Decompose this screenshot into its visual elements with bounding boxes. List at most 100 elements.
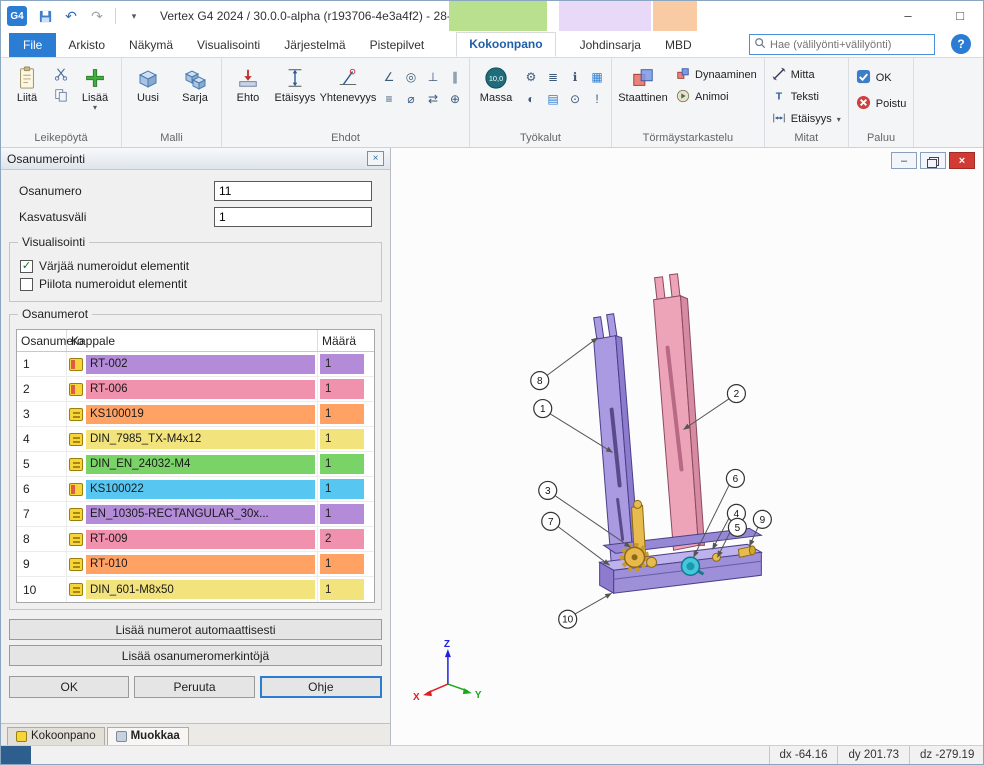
table-row[interactable]: 4 DIN_7985_TX-M4x12 1 bbox=[17, 427, 374, 452]
cut-icon[interactable] bbox=[52, 65, 70, 83]
table-header: Osanumero Kappale Määrä bbox=[17, 330, 374, 352]
auto-number-button[interactable]: Lisää numerot automaattisesti bbox=[9, 619, 382, 640]
balloon[interactable]: 10 bbox=[559, 593, 612, 628]
viewport-minimize-button[interactable]: – bbox=[891, 152, 917, 169]
increment-input[interactable] bbox=[214, 207, 372, 227]
model-viewport[interactable]: – × bbox=[391, 148, 983, 745]
table-row[interactable]: 9 RT-010 1 bbox=[17, 552, 374, 577]
new-part-button[interactable]: Uusi bbox=[126, 61, 170, 104]
cad-model[interactable] bbox=[594, 274, 762, 593]
table-row[interactable]: 2 RT-006 1 bbox=[17, 377, 374, 402]
swap-constraint-icon[interactable]: ⇄ bbox=[423, 89, 443, 109]
tab-nakyma[interactable]: Näkymä bbox=[117, 34, 185, 57]
zoom-icon[interactable]: ⊙ bbox=[565, 89, 585, 109]
concentric-constraint-icon[interactable]: ◎ bbox=[401, 67, 421, 87]
table-row[interactable]: 6 KS100022 1 bbox=[17, 477, 374, 502]
appearance-icon[interactable]: ◐ bbox=[521, 89, 541, 109]
help-dialog-button[interactable]: Ohje bbox=[260, 676, 382, 698]
ok-button[interactable]: OK bbox=[9, 676, 129, 698]
search-box[interactable] bbox=[749, 34, 935, 55]
balloon[interactable]: 7 bbox=[542, 512, 610, 565]
distance-constraint-button[interactable]: Etäisyys bbox=[273, 61, 317, 104]
cancel-button[interactable]: Peruuta bbox=[134, 676, 254, 698]
collision-boxes-icon bbox=[631, 64, 655, 92]
table-row[interactable]: 10 DIN_601-M8x50 1 bbox=[17, 577, 374, 602]
tab-mbd[interactable]: MBD bbox=[653, 34, 704, 57]
qat-dropdown-icon[interactable]: ▾ bbox=[124, 6, 144, 26]
column-header-part[interactable]: Kappale bbox=[67, 330, 318, 351]
tab-johdinsarja[interactable]: Johdinsarja bbox=[568, 34, 653, 57]
hide-checkbox[interactable] bbox=[20, 278, 33, 291]
structure-tree-icon[interactable]: ≣ bbox=[543, 67, 563, 87]
tab-jarjestelma[interactable]: Järjestelmä bbox=[272, 34, 357, 57]
window-minimize-button[interactable]: – bbox=[895, 4, 921, 26]
tab-file[interactable]: File bbox=[9, 33, 56, 57]
balloon[interactable]: 9 bbox=[749, 510, 771, 546]
paste-button[interactable]: Liitä bbox=[5, 61, 49, 104]
app-icon[interactable]: G4 bbox=[7, 6, 27, 26]
cad-canvas[interactable]: 8 1 2 3 bbox=[391, 148, 983, 746]
column-header-qty[interactable]: Määrä bbox=[318, 330, 374, 351]
viewport-close-button[interactable]: × bbox=[949, 152, 975, 169]
undo-icon[interactable]: ↶ bbox=[61, 6, 81, 26]
redo-icon[interactable]: ↷ bbox=[87, 6, 107, 26]
tab-kokoonpano-bottom[interactable]: Kokoonpano bbox=[7, 727, 105, 745]
save-icon[interactable] bbox=[35, 6, 55, 26]
colorize-checkbox[interactable]: ✓ bbox=[20, 260, 33, 273]
coincident-constraint-icon[interactable]: ≡ bbox=[379, 89, 399, 109]
info-icon[interactable]: ℹ bbox=[565, 67, 585, 87]
viewport-restore-button[interactable] bbox=[920, 152, 946, 169]
coincidence-button[interactable]: Yhtenevyys bbox=[320, 61, 376, 104]
panel-rows-icon[interactable]: ▤ bbox=[543, 89, 563, 109]
exit-ribbon-button[interactable]: Poistu bbox=[853, 95, 910, 113]
warning-icon[interactable]: ! bbox=[587, 89, 607, 109]
condition-button[interactable]: Ehto bbox=[226, 61, 270, 104]
angle-constraint-icon[interactable]: ∠ bbox=[379, 67, 399, 87]
gear-icon[interactable]: ⚙ bbox=[521, 67, 541, 87]
measure-button[interactable]: Mitta bbox=[769, 66, 844, 84]
diameter-constraint-icon[interactable]: ⌀ bbox=[401, 89, 421, 109]
tangent-constraint-icon[interactable]: ⊕ bbox=[445, 89, 465, 109]
part-number-input[interactable] bbox=[214, 181, 372, 201]
add-marks-button[interactable]: Lisää osanumeromerkintöjä bbox=[9, 645, 382, 666]
tab-arkisto[interactable]: Arkisto bbox=[56, 34, 117, 57]
right-arm-part[interactable] bbox=[654, 274, 705, 551]
window-maximize-button[interactable]: □ bbox=[947, 4, 973, 26]
table-row[interactable]: 1 RT-002 1 bbox=[17, 352, 374, 377]
hide-checkbox-row[interactable]: Piilota numeroidut elementit bbox=[20, 277, 371, 291]
help-button[interactable]: ? bbox=[951, 34, 971, 54]
animate-button[interactable]: Animoi bbox=[673, 88, 760, 106]
table-row[interactable]: 3 KS100019 1 bbox=[17, 402, 374, 427]
parallel-constraint-icon[interactable]: ∥ bbox=[445, 67, 465, 87]
tab-visualisointi[interactable]: Visualisointi bbox=[185, 34, 272, 57]
dialog-close-icon[interactable]: × bbox=[367, 151, 384, 166]
distance-dimension-button[interactable]: Etäisyys ▾ bbox=[769, 110, 844, 128]
text-button[interactable]: T Teksti bbox=[769, 88, 844, 106]
part-name: RT-006 bbox=[86, 380, 315, 399]
ok-ribbon-button[interactable]: OK bbox=[853, 69, 910, 87]
copy-icon[interactable] bbox=[52, 86, 70, 104]
panel-grid-icon[interactable]: ▦ bbox=[587, 67, 607, 87]
mass-button[interactable]: 10,0 Massa bbox=[474, 61, 518, 104]
balloon[interactable]: 8 bbox=[531, 338, 598, 390]
colorize-checkbox-row[interactable]: ✓ Värjää numeroidut elementit bbox=[20, 259, 371, 273]
assembly-tab-icon bbox=[16, 731, 27, 742]
series-button[interactable]: Sarja bbox=[173, 61, 217, 104]
part-name: RT-009 bbox=[86, 530, 315, 549]
tab-kokoonpano[interactable]: Kokoonpano bbox=[456, 32, 555, 57]
table-row[interactable]: 8 RT-009 2 bbox=[17, 527, 374, 552]
part-qty: 1 bbox=[320, 454, 364, 474]
add-button[interactable]: Lisää ▾ bbox=[73, 61, 117, 111]
column-header-number[interactable]: Osanumero bbox=[17, 330, 67, 351]
tab-muokkaa-bottom[interactable]: Muokkaa bbox=[107, 727, 189, 745]
static-collision-button[interactable]: Staattinen bbox=[616, 61, 670, 104]
viewport-window-controls: – × bbox=[891, 152, 975, 169]
table-row[interactable]: 5 DIN_EN_24032-M4 1 bbox=[17, 452, 374, 477]
hide-label: Piilota numeroidut elementit bbox=[39, 277, 187, 291]
tab-pistepilvet[interactable]: Pistepilvet bbox=[358, 34, 437, 57]
table-row[interactable]: 7 EN_10305-RECTANGULAR_30x... 1 bbox=[17, 502, 374, 527]
perpendicular-constraint-icon[interactable]: ⊥ bbox=[423, 67, 443, 87]
part-name: EN_10305-RECTANGULAR_30x... bbox=[86, 505, 315, 524]
search-input[interactable] bbox=[770, 39, 930, 51]
dynamic-collision-button[interactable]: Dynaaminen bbox=[673, 66, 760, 84]
